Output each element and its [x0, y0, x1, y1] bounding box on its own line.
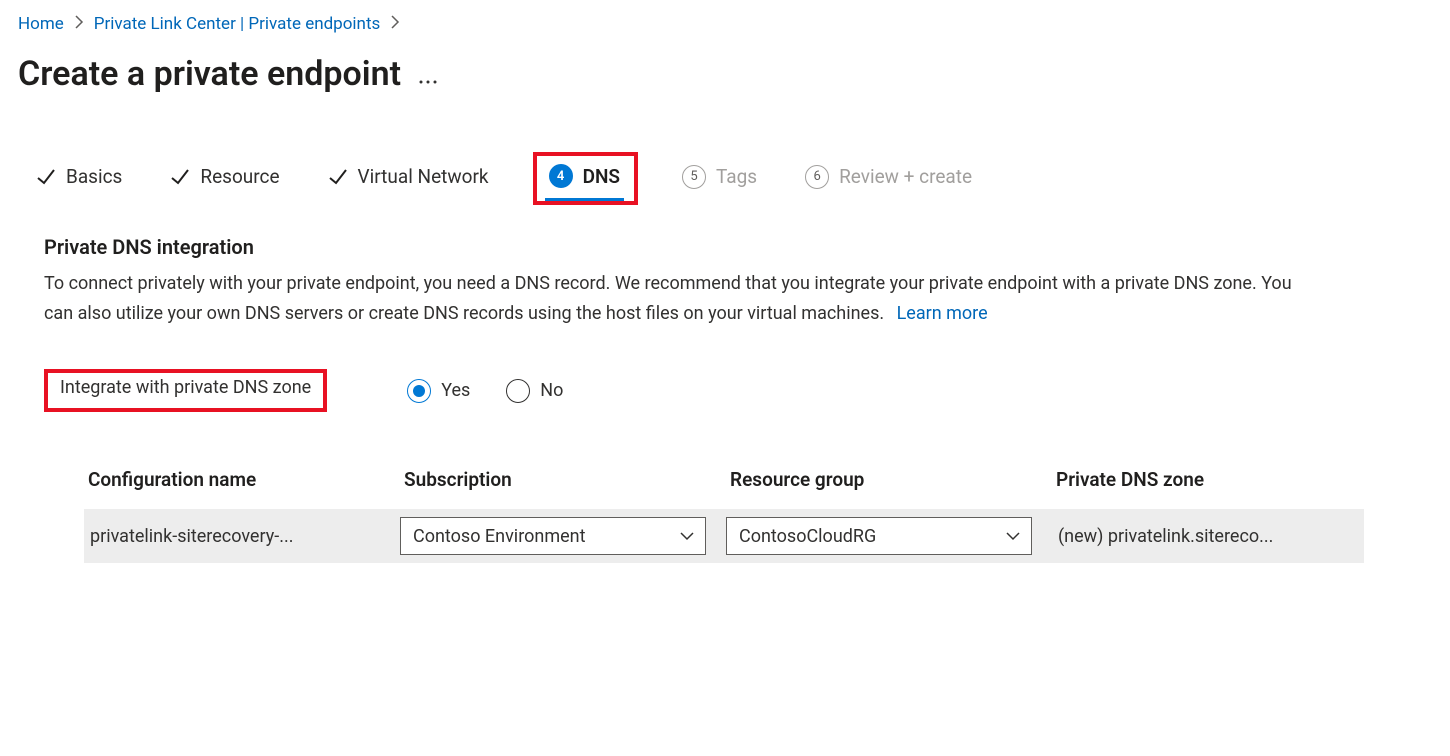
page-title: Create a private endpoint: [18, 54, 401, 94]
learn-more-link[interactable]: Learn more: [897, 303, 988, 324]
radio-icon: [407, 379, 431, 403]
page-header: Create a private endpoint: [0, 34, 1450, 94]
step-number-badge: 5: [682, 165, 706, 189]
tab-basics[interactable]: Basics: [32, 159, 126, 198]
tab-virtual-network[interactable]: Virtual Network: [324, 159, 493, 198]
radio-no[interactable]: No: [506, 379, 563, 403]
tab-resource-label: Resource: [200, 165, 279, 188]
breadcrumb-private-link-center[interactable]: Private Link Center | Private endpoints: [94, 14, 381, 34]
highlight-annotation-integrate-label: Integrate with private DNS zone: [44, 369, 327, 412]
cell-config-name: privatelink-siterecovery-...: [84, 520, 394, 553]
table-header: Configuration name Subscription Resource…: [84, 462, 1364, 509]
radio-yes-label: Yes: [441, 380, 470, 401]
check-icon: [328, 167, 348, 187]
tab-tags-label: Tags: [716, 165, 757, 188]
chevron-right-icon: [390, 14, 400, 34]
chevron-down-icon: [679, 528, 695, 544]
integrate-dns-row: Integrate with private DNS zone Yes No: [44, 369, 1320, 412]
more-actions-button[interactable]: [419, 48, 437, 90]
tab-dns-label: DNS: [583, 165, 620, 188]
tab-tags[interactable]: 5 Tags: [678, 159, 761, 199]
subscription-select-value: Contoso Environment: [413, 526, 585, 547]
subscription-select[interactable]: Contoso Environment: [400, 517, 706, 555]
table-row: privatelink-siterecovery-... Contoso Env…: [84, 509, 1364, 563]
radio-no-label: No: [540, 380, 563, 401]
tab-review-create[interactable]: 6 Review + create: [801, 159, 976, 199]
step-number-badge: 6: [805, 165, 829, 189]
tab-vnet-label: Virtual Network: [358, 165, 489, 188]
col-subscription: Subscription: [400, 462, 720, 509]
check-icon: [170, 167, 190, 187]
dns-zone-table: Configuration name Subscription Resource…: [84, 462, 1364, 563]
highlight-annotation-dns-tab: 4 DNS: [533, 152, 638, 205]
col-config-name: Configuration name: [84, 462, 394, 509]
breadcrumb-home[interactable]: Home: [18, 14, 64, 34]
section-description: To connect privately with your private e…: [44, 269, 1320, 329]
step-number-badge: 4: [549, 164, 573, 188]
cell-private-dns-zone: (new) privatelink.sitereco...: [1052, 520, 1352, 553]
col-resource-group: Resource group: [726, 462, 1046, 509]
dns-section: Private DNS integration To connect priva…: [0, 205, 1320, 563]
resource-group-select-value: ContosoCloudRG: [739, 526, 876, 547]
integrate-dns-radio-group: Yes No: [407, 379, 563, 403]
resource-group-select[interactable]: ContosoCloudRG: [726, 517, 1032, 555]
tab-resource[interactable]: Resource: [166, 159, 283, 198]
tab-basics-label: Basics: [66, 165, 122, 188]
tab-review-label: Review + create: [839, 165, 972, 188]
wizard-tabs: Basics Resource Virtual Network 4 DNS 5 …: [0, 94, 1450, 205]
chevron-down-icon: [1005, 528, 1021, 544]
chevron-right-icon: [74, 14, 84, 34]
integrate-dns-label: Integrate with private DNS zone: [60, 377, 311, 398]
tab-dns[interactable]: 4 DNS: [545, 158, 624, 201]
breadcrumb: Home Private Link Center | Private endpo…: [0, 0, 1450, 34]
section-description-text: To connect privately with your private e…: [44, 273, 1292, 324]
check-icon: [36, 167, 56, 187]
radio-yes[interactable]: Yes: [407, 379, 470, 403]
col-private-dns-zone: Private DNS zone: [1052, 462, 1352, 509]
section-title: Private DNS integration: [44, 235, 1320, 259]
radio-icon: [506, 379, 530, 403]
